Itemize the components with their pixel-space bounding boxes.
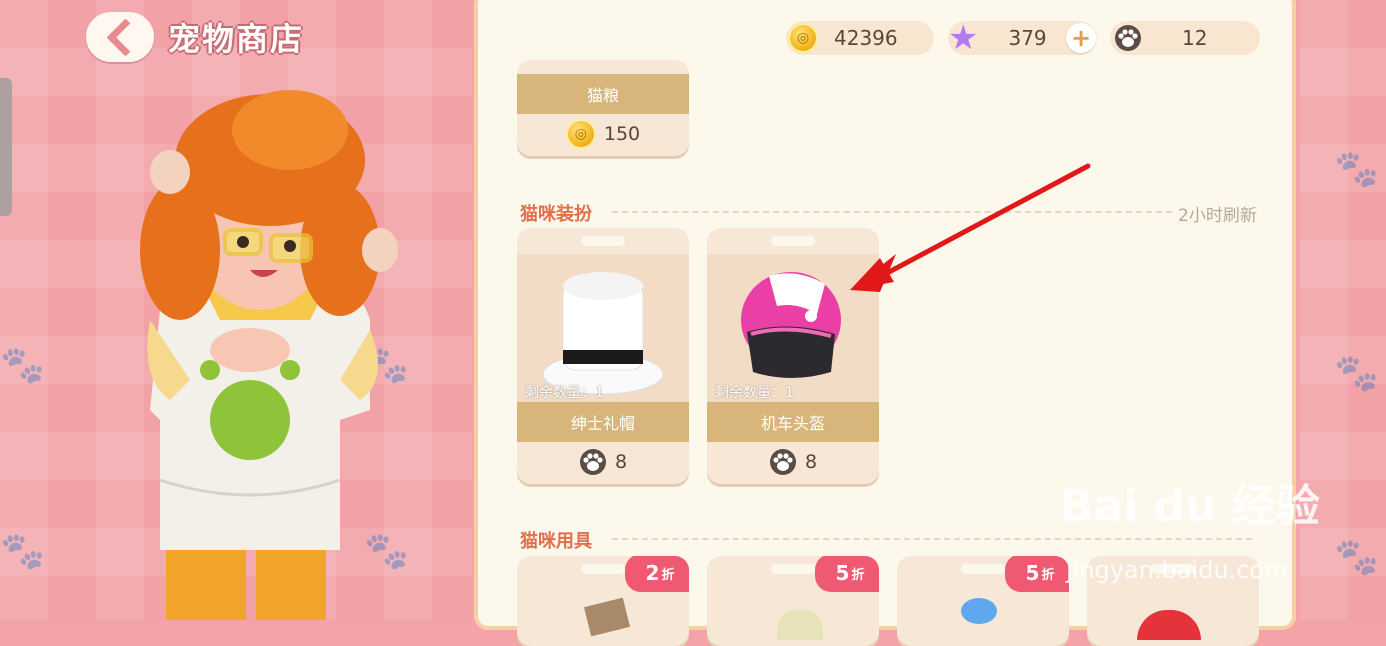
paw-counter: 12: [1110, 21, 1260, 55]
discount-badge: 5折: [1005, 556, 1069, 592]
box-icon: [583, 597, 631, 637]
paw-decoration-icon: 🐾: [0, 531, 45, 572]
paw-decoration-icon: 🐾: [1334, 537, 1379, 578]
paw-icon: [1115, 25, 1141, 51]
side-handle[interactable]: [0, 78, 12, 216]
item-name: 机车头盔: [707, 402, 879, 442]
character-avatar: [140, 90, 398, 620]
page-title: 宠物商店: [168, 20, 305, 58]
coin-icon: ◎: [788, 23, 818, 53]
paw-icon: [769, 449, 796, 475]
item-card-supply-3[interactable]: 5折: [897, 556, 1069, 646]
annotation-arrow-icon: [850, 163, 1091, 292]
card-hook: [771, 564, 815, 574]
card-hook: [581, 564, 625, 574]
coin-amount: 42396: [834, 26, 898, 50]
paw-amount: 12: [1182, 26, 1208, 50]
item-price: ◎ 150: [517, 112, 689, 156]
coin-counter: ◎ 42396: [786, 21, 934, 55]
red-item-icon: [1137, 610, 1201, 640]
paw-decoration-icon: 🐾: [0, 345, 45, 386]
back-arrow-icon: [105, 17, 145, 57]
discount-badge: 2折: [625, 556, 689, 592]
star-icon: ★: [948, 18, 979, 58]
star-amount: 379: [1008, 26, 1047, 50]
back-button[interactable]: [86, 12, 154, 62]
section-divider: [612, 538, 1252, 540]
paw-decoration-icon: 🐾: [1334, 353, 1379, 394]
item-image: [517, 254, 689, 402]
refresh-timer: 2小时刷新: [1178, 206, 1257, 226]
item-card-supply-2[interactable]: 5折: [707, 556, 879, 646]
watermark-url: jingyan.baidu.com: [1066, 556, 1288, 584]
remaining-quantity: 剩余数量：1: [525, 385, 604, 401]
card-hook: [961, 564, 1005, 574]
remaining-quantity: 剩余数量：1: [715, 385, 794, 401]
paw-icon: [579, 449, 606, 475]
item-card-supply-1[interactable]: 2折: [517, 556, 689, 646]
item-card-cat-food[interactable]: 猫粮 ◎ 150: [517, 60, 689, 156]
add-stars-button[interactable]: +: [1066, 23, 1096, 53]
flower-icon: [961, 598, 997, 624]
item-name: 猫粮: [517, 74, 689, 114]
item-name: 绅士礼帽: [517, 402, 689, 442]
section-title-dressup: 猫咪装扮: [520, 204, 592, 225]
paw-decoration-icon: 🐾: [1334, 149, 1379, 190]
card-hook: [771, 236, 815, 246]
item-price: 8: [517, 440, 689, 484]
item-card-top-hat[interactable]: 剩余数量：1 绅士礼帽 8: [517, 228, 689, 484]
coin-icon: ◎: [565, 119, 596, 149]
watermark-brand: Bai du 经验: [1060, 481, 1320, 532]
section-title-supplies: 猫咪用具: [520, 531, 592, 552]
item-price: 8: [707, 440, 879, 484]
top-hat-icon: [542, 272, 664, 395]
discount-badge: 5折: [815, 556, 879, 592]
cushion-icon: [777, 610, 823, 640]
card-hook: [581, 236, 625, 246]
